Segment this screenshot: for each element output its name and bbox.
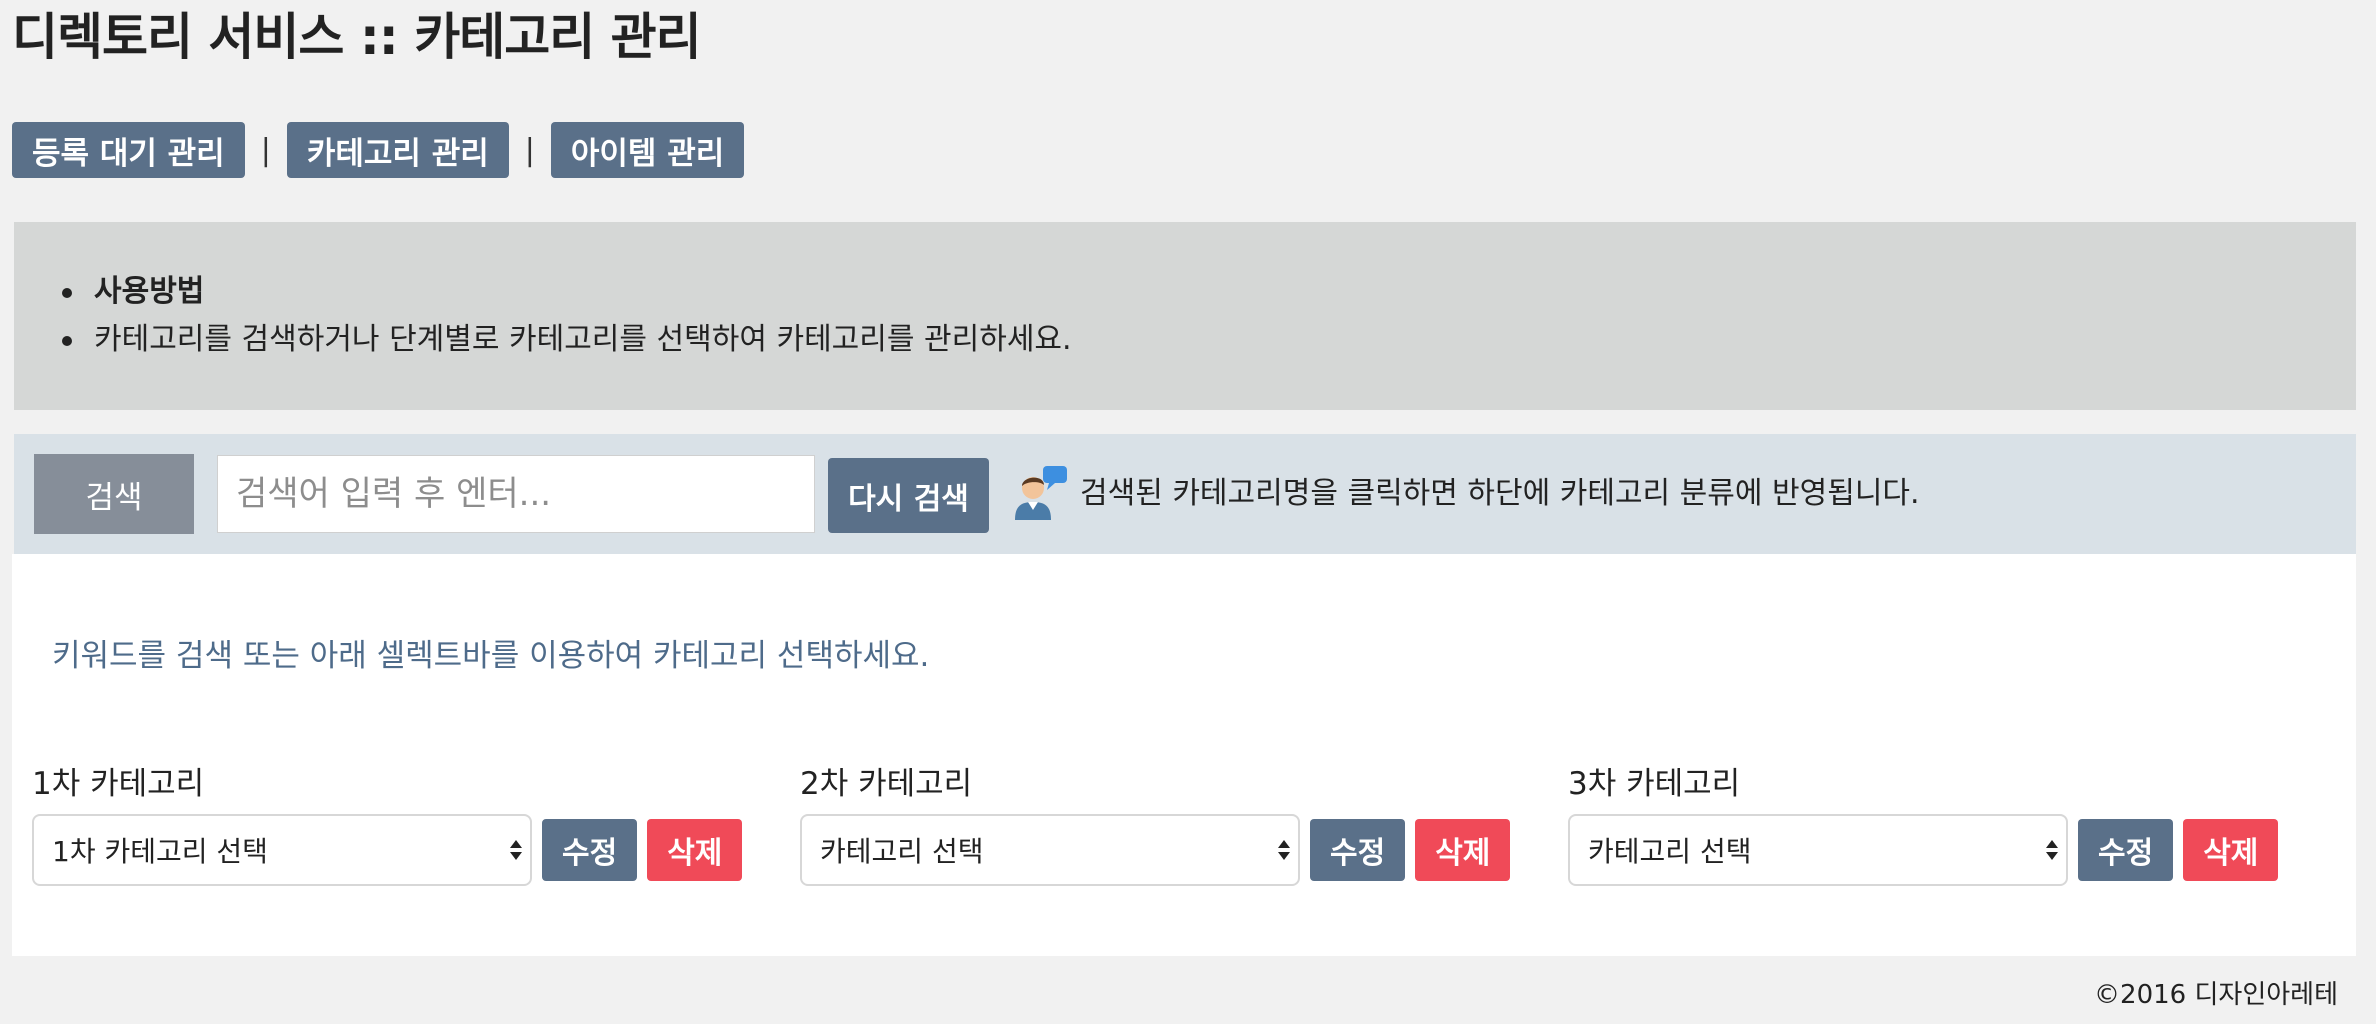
category-2-edit-button[interactable]: 수정 [1310, 819, 1406, 881]
usage-help-box: 사용방법 카테고리를 검색하거나 단계별로 카테고리를 선택하여 카테고리를 관… [14, 222, 2356, 410]
select-caret-icon [510, 840, 522, 860]
research-button[interactable]: 다시 검색 [828, 458, 989, 533]
nav-separator: | [524, 132, 535, 168]
usage-help-list: 사용방법 카테고리를 검색하거나 단계별로 카테고리를 선택하여 카테고리를 관… [62, 268, 1072, 364]
select-caret-icon [2046, 840, 2058, 860]
category-1-delete-button[interactable]: 삭제 [647, 819, 743, 881]
category-label: 2차 카테고리 [800, 766, 973, 802]
nav-category-management[interactable]: 카테고리 관리 [286, 122, 509, 178]
page-title: 디렉토리 서비스 :: 카테고리 관리 [12, 8, 702, 66]
category-2-delete-button[interactable]: 삭제 [1415, 819, 1511, 881]
category-3-edit-button[interactable]: 수정 [2078, 819, 2174, 881]
category-1-select[interactable]: 1차 카테고리 선택 [32, 814, 532, 886]
nav-separator: | [260, 132, 271, 168]
category-3-delete-button[interactable]: 삭제 [2183, 819, 2279, 881]
usage-help-title: 사용방법 [62, 268, 1072, 316]
search-hint-text: 검색된 카테고리명을 클릭하면 하단에 카테고리 분류에 반영됩니다. [1080, 476, 1920, 511]
select-value: 1차 카테고리 선택 [52, 835, 268, 868]
footer-copyright: ©2016 디자인아레테 [2094, 980, 2338, 1010]
nav-pending-management[interactable]: 등록 대기 관리 [12, 122, 245, 178]
guide-text: 키워드를 검색 또는 아래 셀렉트바를 이용하여 카테고리 선택하세요. [52, 638, 930, 674]
select-caret-icon [1278, 840, 1290, 860]
select-value: 카테고리 선택 [1588, 835, 1752, 868]
search-input[interactable] [217, 455, 815, 533]
category-label: 1차 카테고리 [32, 766, 205, 802]
category-2-select[interactable]: 카테고리 선택 [800, 814, 1300, 886]
search-bar: 검색 다시 검색 검색된 카테고리명을 클릭하면 하단에 카테고리 분류에 반영… [14, 434, 2356, 554]
select-value: 카테고리 선택 [820, 835, 984, 868]
usage-help-text: 카테고리를 검색하거나 단계별로 카테고리를 선택하여 카테고리를 관리하세요. [62, 316, 1072, 364]
top-nav: 등록 대기 관리 | 카테고리 관리 | 아이템 관리 [12, 122, 745, 178]
category-group-level-2: 2차 카테고리 카테고리 선택 수정 삭제 [800, 764, 1511, 886]
category-label: 3차 카테고리 [1568, 766, 1741, 802]
category-3-select[interactable]: 카테고리 선택 [1568, 814, 2068, 886]
nav-item-management[interactable]: 아이템 관리 [550, 122, 745, 178]
category-group-level-3: 3차 카테고리 카테고리 선택 수정 삭제 [1568, 764, 2279, 886]
category-1-edit-button[interactable]: 수정 [542, 819, 638, 881]
category-group-level-1: 1차 카테고리 1차 카테고리 선택 수정 삭제 [32, 764, 743, 886]
person-speech-icon [1015, 466, 1067, 520]
search-label: 검색 [34, 454, 194, 534]
category-panel: 키워드를 검색 또는 아래 셀렉트바를 이용하여 카테고리 선택하세요. 1차 … [12, 554, 2356, 956]
